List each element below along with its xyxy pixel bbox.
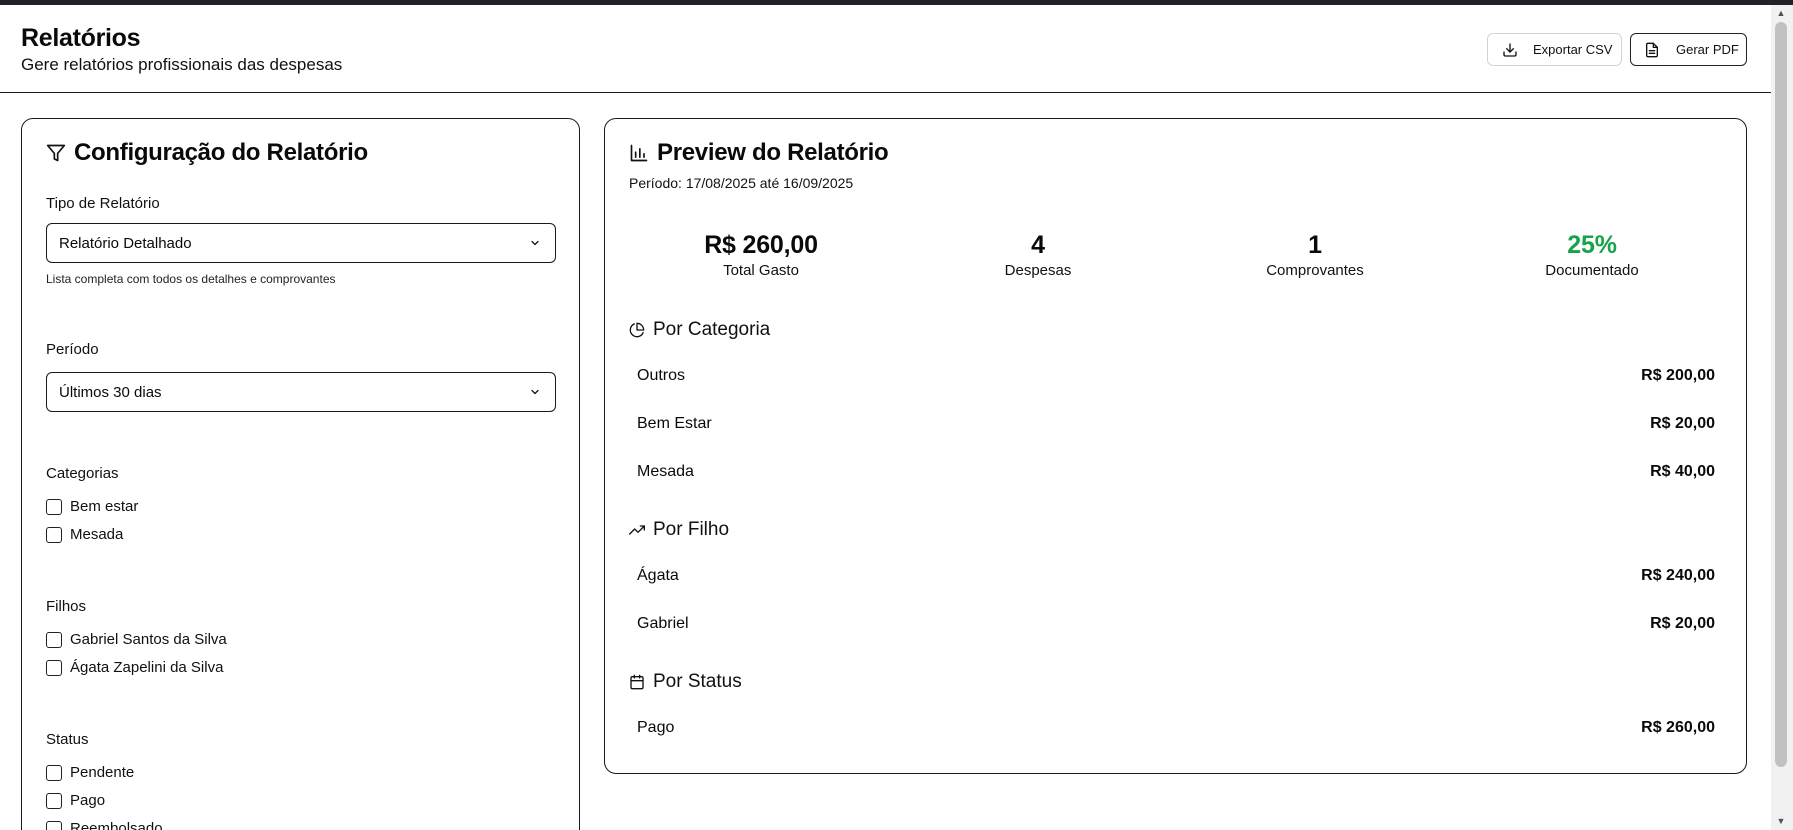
generate-pdf-button[interactable]: Gerar PDF	[1630, 33, 1747, 66]
stat-expenses: 4 Despesas	[923, 231, 1153, 279]
section-title: Por Categoria	[653, 319, 771, 340]
checkbox-box[interactable]	[46, 498, 62, 515]
section-by-child: Por Filho	[629, 519, 729, 541]
report-type-hint: Lista completa com todos os detalhes e c…	[46, 272, 336, 286]
report-config-panel: Configuração do Relatório Tipo de Relató…	[21, 118, 580, 830]
stat-label: Comprovantes	[1266, 262, 1364, 279]
preview-title: Preview do Relatório	[629, 139, 889, 167]
chevron-down-icon	[531, 389, 539, 395]
checkbox-label: Ágata Zapelini da Silva	[70, 659, 224, 676]
stat-receipts: 1 Comprovantes	[1200, 231, 1430, 279]
list-item: Mesada R$ 40,00	[637, 463, 1715, 481]
page-header: Relatórios Gere relatórios profissionais…	[0, 5, 1771, 93]
section-by-status: Por Status	[629, 671, 742, 693]
row-name: Outros	[637, 367, 686, 384]
report-preview-panel: Preview do Relatório Período: 17/08/2025…	[604, 118, 1747, 774]
row-name: Pago	[637, 719, 675, 736]
preview-title-text: Preview do Relatório	[657, 139, 889, 166]
scrollbar-thumb[interactable]	[1775, 22, 1787, 767]
generate-pdf-label: Gerar PDF	[1676, 42, 1739, 57]
checkbox-label: Pago	[70, 792, 106, 809]
scroll-down-arrow-icon[interactable]: ▼	[1775, 815, 1787, 827]
row-name: Gabriel	[637, 615, 689, 632]
stat-label: Despesas	[1004, 262, 1072, 279]
page-title: Relatórios	[21, 24, 141, 52]
checkbox-box[interactable]	[46, 526, 62, 543]
stat-value: R$ 260,00	[704, 231, 818, 259]
stat-value: 25%	[1567, 231, 1617, 259]
checkbox-label: Reembolsado	[70, 820, 163, 830]
filter-icon	[46, 144, 66, 162]
trending-up-icon	[629, 525, 645, 535]
calendar-icon	[630, 674, 644, 690]
checkbox-label: Mesada	[70, 526, 124, 543]
row-name: Mesada	[637, 463, 694, 480]
list-item: Ágata R$ 240,00	[637, 567, 1715, 585]
stat-documented: 25% Documentado	[1477, 231, 1707, 279]
export-csv-label: Exportar CSV	[1533, 42, 1613, 57]
children-label: Filhos	[46, 598, 87, 615]
preview-period: Período: 17/08/2025 até 16/09/2025	[629, 175, 854, 191]
categories-label: Categorias	[46, 465, 119, 482]
category-checkbox-mesada[interactable]: Mesada	[46, 526, 123, 543]
stat-label: Documentado	[1545, 262, 1639, 279]
checkbox-box[interactable]	[46, 659, 62, 676]
row-amount: R$ 20,00	[1650, 415, 1715, 432]
checkbox-label: Gabriel Santos da Silva	[70, 631, 227, 648]
page-subtitle: Gere relatórios profissionais das despes…	[21, 55, 343, 74]
checkbox-box[interactable]	[46, 764, 62, 781]
checkbox-box[interactable]	[46, 792, 62, 809]
report-type-label: Tipo de Relatório	[46, 195, 160, 212]
child-checkbox-agata[interactable]: Ágata Zapelini da Silva	[46, 659, 223, 676]
period-value: Últimos 30 dias	[59, 383, 162, 401]
row-amount: R$ 200,00	[1641, 367, 1715, 384]
status-checkbox-pago[interactable]: Pago	[46, 792, 105, 809]
list-item: Outros R$ 200,00	[637, 367, 1715, 385]
row-amount: R$ 260,00	[1641, 719, 1715, 736]
row-amount: R$ 40,00	[1650, 463, 1715, 480]
bar-chart-icon	[630, 144, 648, 162]
file-text-icon	[1646, 42, 1658, 57]
stat-value: 1	[1308, 231, 1322, 259]
list-item: Bem Estar R$ 20,00	[637, 415, 1715, 433]
status-checkbox-pendente[interactable]: Pendente	[46, 764, 134, 781]
scroll-up-arrow-icon[interactable]: ▲	[1775, 7, 1787, 19]
section-by-category: Por Categoria	[629, 319, 770, 341]
checkbox-label: Bem estar	[70, 498, 139, 515]
section-title: Por Status	[653, 671, 742, 692]
list-item: Gabriel R$ 20,00	[637, 615, 1715, 633]
stat-label: Total Gasto	[723, 262, 799, 279]
stat-value: 4	[1031, 231, 1045, 259]
row-name: Bem Estar	[637, 415, 712, 432]
child-checkbox-gabriel[interactable]: Gabriel Santos da Silva	[46, 631, 227, 648]
row-amount: R$ 240,00	[1641, 567, 1715, 584]
category-checkbox-bem-estar[interactable]: Bem estar	[46, 498, 138, 515]
checkbox-label: Pendente	[70, 764, 135, 781]
period-label: Período	[46, 341, 99, 358]
period-select[interactable]: Últimos 30 dias	[46, 372, 556, 412]
report-type-value: Relatório Detalhado	[59, 234, 192, 252]
chevron-down-icon	[531, 240, 539, 246]
section-title: Por Filho	[653, 519, 730, 540]
stat-total-spent: R$ 260,00 Total Gasto	[646, 231, 876, 279]
report-type-select[interactable]: Relatório Detalhado	[46, 223, 556, 263]
download-icon	[1503, 42, 1517, 57]
list-item: Pago R$ 260,00	[637, 719, 1715, 737]
config-title: Configuração do Relatório	[46, 139, 368, 167]
checkbox-box[interactable]	[46, 631, 62, 648]
row-name: Ágata	[637, 567, 679, 584]
status-checkbox-reembolsado[interactable]: Reembolsado	[46, 820, 163, 830]
checkbox-box[interactable]	[46, 820, 62, 830]
status-label: Status	[46, 731, 89, 748]
config-title-text: Configuração do Relatório	[74, 139, 368, 166]
row-amount: R$ 20,00	[1650, 615, 1715, 632]
pie-chart-icon	[629, 322, 645, 338]
export-csv-button[interactable]: Exportar CSV	[1487, 33, 1622, 66]
